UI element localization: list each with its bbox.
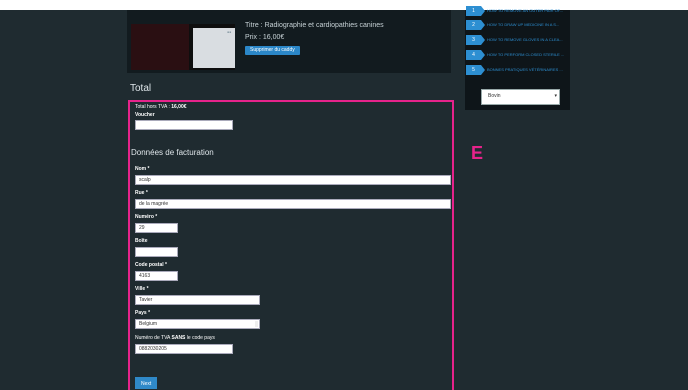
chevron-down-icon: ▾ [554,93,557,99]
tva-label-bold: SANS [171,335,186,341]
total-heading: Total [130,83,152,94]
sidebar-item-label: HOW TO PERFORM CLOSED STERILE ... [487,52,565,57]
species-select-value: Bovin [488,93,501,99]
pays-label: Pays * [135,310,151,316]
chevron-down-icon [255,321,258,327]
total-label: Total hors TVA : [135,104,172,110]
tva-label: Numéro de TVA SANS le code pays [135,335,215,341]
sidebar-item-1[interactable]: 1 HOW TO REMOVE AN OUTER PAIR OF... [465,6,570,16]
code-postal-label: Code postal * [135,262,167,268]
boite-label: Boîte [135,238,148,244]
nom-label: Nom * [135,166,150,172]
sidebar-item-number: 1 [466,6,485,16]
product-title: Titre : Radiographie et cardiopathies ca… [245,22,384,29]
sidebar-item-4[interactable]: 4 HOW TO PERFORM CLOSED STERILE ... [465,50,570,60]
ville-field[interactable]: Tavier [135,295,260,305]
voucher-input[interactable] [135,120,233,130]
thumbnail-xray-image [131,24,189,70]
nom-field[interactable]: scalp [135,175,451,185]
species-select[interactable]: Bovin ▾ [481,89,560,105]
rue-field[interactable]: de la magrée [135,199,451,209]
remove-from-cart-button[interactable]: Supprimer du caddy [245,46,300,55]
total-value: 16,00€ [171,104,187,110]
sidebar-item-number: 5 [466,65,485,75]
numero-field[interactable]: 29 [135,223,178,233]
product-thumbnail: ▪▪ [131,24,235,70]
next-button[interactable]: Next [135,377,157,389]
total-line: Total hors TVA : 16,00€ [135,104,187,110]
sidebar-item-3[interactable]: 3 HOW TO REMOVE GLOVES IN A CLEA... [465,35,570,45]
product-price: Prix : 16,00€ [245,34,285,41]
pays-select[interactable]: Belgium [135,319,260,329]
page: ▪▪ Titre : Radiographie et cardiopathies… [0,0,688,390]
sidebar-item-number: 3 [466,35,485,45]
tva-label-post: le code pays [185,335,215,341]
ville-label: Ville * [135,286,149,292]
code-postal-field[interactable]: 4163 [135,271,178,281]
tva-field[interactable]: 0882030205 [135,344,233,354]
thumbnail-indicator: ▪▪ [227,30,232,36]
rue-label: Rue * [135,190,148,196]
sidebar-item-label: HOW TO DRAW UP MEDICINE IN A S... [487,22,560,27]
sidebar-item-number: 4 [466,50,485,60]
sidebar-item-label: HOW TO REMOVE AN OUTER PAIR OF... [487,8,564,13]
sidebar-item-number: 2 [466,20,485,30]
numero-label: Numéro * [135,214,158,220]
voucher-label: Voucher [135,112,155,118]
boite-field[interactable] [135,247,178,257]
billing-section-title: Données de facturation [131,148,214,157]
pays-select-value: Belgium [139,321,158,327]
tva-label-pre: Numéro de TVA [135,335,172,341]
sidebar-item-label: BONNES PRATIQUES VÉTÉRINAIRES ... [487,67,563,72]
sidebar-item-5[interactable]: 5 BONNES PRATIQUES VÉTÉRINAIRES ... [465,65,570,75]
annotation-letter: E [471,143,484,163]
sidebar-item-2[interactable]: 2 HOW TO DRAW UP MEDICINE IN A S... [465,20,570,30]
sidebar-item-label: HOW TO REMOVE GLOVES IN A CLEA... [487,37,563,42]
cart-product-card: ▪▪ Titre : Radiographie et cardiopathies… [127,10,451,73]
